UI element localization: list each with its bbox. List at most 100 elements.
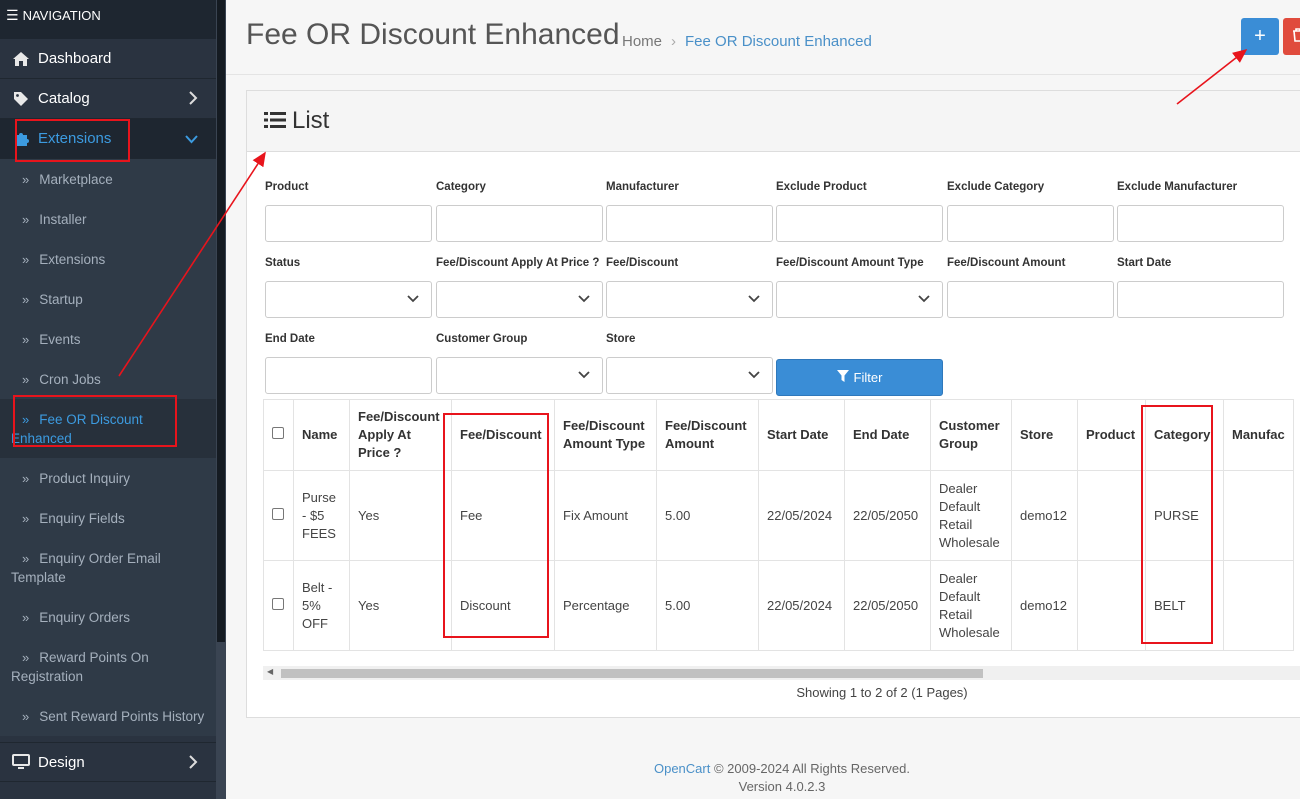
sidebar-scrollbar[interactable] <box>216 0 226 799</box>
column-header[interactable]: Fee/Discount Apply At Price ? <box>349 399 452 471</box>
table-cell: 22/05/2050 <box>844 560 931 651</box>
table-horizontal-scrollbar[interactable]: ◀ ▶ <box>263 666 1300 680</box>
annotation-box-extensions <box>15 119 130 162</box>
sidebar-subitem-label: Events <box>39 332 81 347</box>
column-header[interactable]: Product <box>1077 399 1146 471</box>
footer: OpenCart © 2009-2024 All Rights Reserved… <box>226 760 1300 796</box>
page-title: Fee OR Discount Enhanced <box>246 18 620 51</box>
table-cell <box>1077 560 1146 651</box>
filter-input[interactable] <box>947 281 1114 318</box>
filter-select[interactable] <box>436 357 603 394</box>
column-header[interactable]: Fee/Discount Amount Type <box>554 399 657 471</box>
delete-button[interactable] <box>1283 18 1300 55</box>
column-header[interactable]: Fee/Discount Amount <box>656 399 759 471</box>
breadcrumb-current[interactable]: Fee OR Discount Enhanced <box>685 33 872 50</box>
chevron-down-icon <box>185 131 198 147</box>
sidebar-subitem[interactable]: » Enquiry Orders <box>0 597 216 637</box>
table-body: Purse - $5 FEES Yes Fee Fix Amount 5.00 22/05… <box>263 470 1294 651</box>
sidebar-subitem-label: Installer <box>39 212 87 227</box>
filter-button-label: Filter <box>853 370 883 385</box>
filter-input[interactable] <box>265 205 432 242</box>
filter-input[interactable] <box>265 357 432 394</box>
sidebar-subitem[interactable]: » Extensions <box>0 239 216 279</box>
table-cell: Percentage <box>554 560 657 651</box>
chevron-down-icon <box>748 368 760 382</box>
chevron-right-icon <box>189 755 198 772</box>
table-cell: 22/05/2024 <box>758 560 845 651</box>
chevron-right-icon <box>189 91 198 108</box>
add-button[interactable]: + <box>1241 18 1279 55</box>
column-header[interactable]: End Date <box>844 399 931 471</box>
footer-version: Version 4.0.2.3 <box>738 779 826 794</box>
filter-label: Fee/Discount Amount <box>947 257 1066 269</box>
menu-item-design[interactable]: Design <box>0 742 216 782</box>
sidebar-subitem[interactable]: » Marketplace <box>0 159 216 199</box>
annotation-box-fee-discount-column <box>443 413 549 638</box>
sidebar-subitem[interactable]: » Startup <box>0 279 216 319</box>
filter-input[interactable] <box>1117 281 1284 318</box>
filter-input[interactable] <box>606 205 773 242</box>
column-header[interactable]: Name <box>293 399 350 471</box>
menu-item-label: Dashboard <box>38 50 112 67</box>
row-checkbox[interactable] <box>272 507 284 520</box>
menu-item-catalog[interactable]: Catalog <box>0 79 216 119</box>
double-chevron-icon: » <box>22 471 30 486</box>
nav-header-label: NAVIGATION <box>22 8 101 23</box>
menu-item-dashboard[interactable]: Dashboard <box>0 39 216 79</box>
filter-label: Exclude Category <box>947 181 1045 193</box>
footer-copyright: © 2009-2024 All Rights Reserved. <box>710 761 910 776</box>
filter-icon <box>836 370 849 385</box>
sidebar-subitem[interactable]: » Sent Reward Points History <box>0 696 216 736</box>
nav-header[interactable]: ☰ NAVIGATION <box>0 0 216 39</box>
table-cell: 22/05/2050 <box>844 470 931 561</box>
filter-label: Status <box>265 257 301 269</box>
filter-select[interactable] <box>265 281 432 318</box>
filter-select[interactable] <box>606 281 773 318</box>
annotation-box-category-column <box>1141 405 1213 644</box>
sidebar-subitem[interactable]: » Product Inquiry <box>0 458 216 498</box>
filter-select[interactable] <box>606 357 773 394</box>
sidebar-subitem-label: Enquiry Fields <box>39 511 125 526</box>
sidebar-subitem[interactable]: » Events <box>0 319 216 359</box>
filter-label: Fee/Discount <box>606 257 679 269</box>
extensions-submenu: » Marketplace » Installer » Extensions » Startu… <box>0 159 216 736</box>
table-cell: 22/05/2024 <box>758 470 845 561</box>
sidebar-subitem[interactable]: » Reward Points On Registration <box>0 637 216 696</box>
table-header-row: Name Fee/Discount Apply At Price ? Fee/Dis… <box>263 399 1294 471</box>
column-header[interactable]: Manufac <box>1223 399 1294 471</box>
menu-item-next-partial[interactable] <box>0 783 216 799</box>
menu-icon[interactable]: ☰ <box>6 8 19 22</box>
sidebar-subitem[interactable]: » Enquiry Fields <box>0 498 216 538</box>
filter-input[interactable] <box>947 205 1114 242</box>
horizontal-scrollbar-thumb[interactable] <box>281 669 983 678</box>
filter-select[interactable] <box>776 281 943 318</box>
select-all-checkbox[interactable] <box>272 427 284 439</box>
sidebar-scrollbar-thumb[interactable] <box>217 0 225 642</box>
double-chevron-icon: » <box>22 511 30 526</box>
filter-label: Exclude Manufacturer <box>1117 181 1238 193</box>
sidebar-subitem[interactable]: » Installer <box>0 199 216 239</box>
table-cell: demo12 <box>1011 560 1078 651</box>
column-header[interactable]: Customer Group <box>930 399 1012 471</box>
table-cell: Yes <box>349 560 452 651</box>
footer-brand-link[interactable]: OpenCart <box>654 761 710 776</box>
sidebar-subitem[interactable]: » Cron Jobs <box>0 359 216 399</box>
scroll-left-icon[interactable]: ◀ <box>267 667 273 676</box>
double-chevron-icon: » <box>22 292 30 307</box>
tag-icon <box>11 91 31 107</box>
column-header[interactable]: Store <box>1011 399 1078 471</box>
filter-select[interactable] <box>436 281 603 318</box>
sidebar-subitem-label: Extensions <box>39 252 106 267</box>
breadcrumb-separator-icon: › <box>671 33 677 50</box>
sidebar-subitem-label: Product Inquiry <box>39 471 131 486</box>
table-cell: 5.00 <box>656 470 759 561</box>
filter-button[interactable]: Filter <box>776 359 943 396</box>
filter-input[interactable] <box>1117 205 1284 242</box>
row-checkbox[interactable] <box>272 597 284 610</box>
filter-input[interactable] <box>776 205 943 242</box>
sidebar-subitem[interactable]: » Enquiry Order Email Template <box>0 538 216 597</box>
filter-input[interactable] <box>436 205 603 242</box>
select-all-cell <box>263 399 294 471</box>
column-header[interactable]: Start Date <box>758 399 845 471</box>
breadcrumb-home[interactable]: Home <box>622 33 662 50</box>
